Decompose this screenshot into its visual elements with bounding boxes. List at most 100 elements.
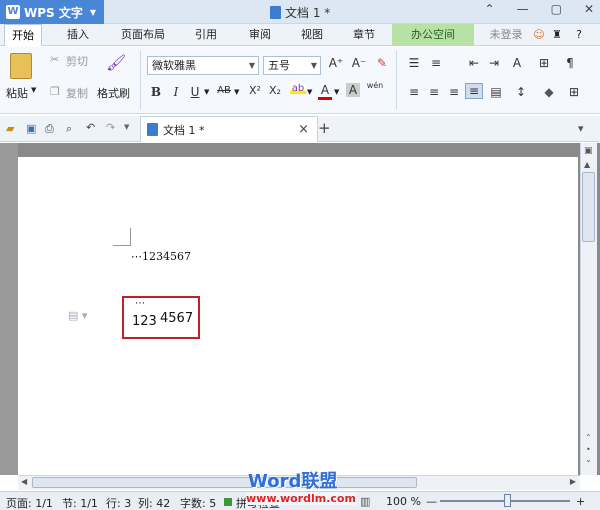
app-menu-button[interactable]: W WPS 文字 ▼ <box>0 0 104 24</box>
row-indicator: 行: 3 <box>106 497 132 510</box>
browse-object-icon[interactable]: • <box>586 445 591 454</box>
cut-icon[interactable]: ✂ <box>50 53 59 66</box>
scroll-up-icon[interactable]: ▲ <box>584 160 590 169</box>
maximize-button[interactable]: ▢ <box>551 2 562 16</box>
numbered-list-icon[interactable]: ≡ <box>428 56 444 70</box>
paragraph-mark-icon[interactable]: ¶ <box>562 56 578 70</box>
italic-button[interactable]: I <box>170 85 182 99</box>
superscript-button[interactable]: X² <box>246 84 264 97</box>
new-tab-button[interactable]: + <box>318 119 331 137</box>
close-window-button[interactable]: ✕ <box>584 2 594 16</box>
zoom-out-button[interactable]: — <box>426 495 437 508</box>
chevron-down-icon[interactable]: ▼ <box>334 88 339 96</box>
number-text[interactable]: 123 <box>132 314 157 329</box>
number-text[interactable]: 4567 <box>160 311 193 326</box>
close-tab-button[interactable]: × <box>298 122 309 137</box>
tab-home[interactable]: 开始 <box>4 24 42 46</box>
align-right-icon[interactable]: ≡ <box>446 85 462 99</box>
tab-office-space[interactable]: 办公空间 <box>392 24 474 46</box>
decrease-indent-icon[interactable]: ⇤ <box>466 56 482 70</box>
line-spacing-icon[interactable]: ↕ <box>512 85 530 99</box>
tab-page-layout[interactable]: 页面布局 <box>112 24 174 46</box>
horizontal-scroll-thumb[interactable] <box>32 477 417 488</box>
help-button[interactable]: ? <box>568 24 590 46</box>
font-name-select[interactable]: 微软雅黑 ▼ <box>147 56 259 75</box>
shirt-icon[interactable]: ♜ <box>550 24 564 46</box>
redo-icon[interactable]: ↷ <box>106 121 115 134</box>
page-indicator[interactable]: 页面: 1/1 <box>6 495 53 510</box>
open-folder-icon[interactable]: ▰ <box>6 122 14 135</box>
chevron-down-icon[interactable]: ▼ <box>307 88 312 96</box>
format-painter-button[interactable]: 格式刷 <box>97 85 130 101</box>
font-size-select[interactable]: 五号 ▼ <box>263 56 321 75</box>
print-icon[interactable]: ⎙ <box>45 122 54 136</box>
ellipsis-text[interactable]: ⋯ <box>135 298 145 309</box>
collapse-ribbon-button[interactable]: ⌃ <box>485 2 495 16</box>
document-text-line[interactable]: ⋯1234567 <box>131 250 191 263</box>
document-page[interactable] <box>18 157 578 475</box>
char-shading-button[interactable]: A <box>346 83 360 97</box>
table-icon[interactable]: ⊞ <box>536 56 552 70</box>
strikethrough-button[interactable]: AB <box>215 85 233 96</box>
prev-page-icon[interactable]: ⌃ <box>585 433 592 442</box>
scroll-left-icon[interactable]: ◀ <box>21 477 27 486</box>
copy-button[interactable]: 复制 <box>66 85 88 101</box>
tab-sections[interactable]: 章节 <box>344 24 384 46</box>
chevron-down-icon[interactable]: ▼ <box>204 88 209 96</box>
shading-fill-icon[interactable]: ◆ <box>540 85 558 99</box>
save-icon[interactable]: ▣ <box>26 122 36 135</box>
increase-indent-icon[interactable]: ⇥ <box>486 56 502 70</box>
tab-view[interactable]: 视图 <box>292 24 332 46</box>
print-preview-icon[interactable]: ⌕ <box>66 122 72 136</box>
subscript-button[interactable]: X₂ <box>266 84 284 97</box>
window-controls: ⌃ — ▢ ✕ <box>485 2 594 16</box>
font-size-value: 五号 <box>268 59 290 72</box>
paste-options-icon[interactable]: ▤ ▾ <box>68 309 87 322</box>
underline-button[interactable]: U <box>189 85 201 99</box>
chevron-down-icon[interactable]: ▼ <box>234 88 239 96</box>
tab-review[interactable]: 审阅 <box>240 24 280 46</box>
text-direction-icon[interactable]: A <box>508 56 526 70</box>
scroll-right-icon[interactable]: ▶ <box>570 477 576 486</box>
paste-button[interactable]: 粘贴 <box>6 85 28 101</box>
tab-references[interactable]: 引用 <box>186 24 226 46</box>
chevron-down-icon: ▼ <box>310 61 317 70</box>
align-left-icon[interactable]: ≡ <box>406 85 422 99</box>
document-icon <box>270 6 281 19</box>
layout-icon[interactable]: ▣ <box>584 146 593 156</box>
copy-icon[interactable]: ❐ <box>50 85 60 98</box>
zoom-in-button[interactable]: + <box>576 495 585 508</box>
vertical-scroll-thumb[interactable] <box>582 172 595 242</box>
paste-icon[interactable] <box>10 53 32 79</box>
format-painter-icon[interactable]: 🖌 <box>106 53 126 75</box>
borders-icon[interactable]: ⊞ <box>566 85 582 99</box>
margin-corner-mark <box>113 228 131 246</box>
clear-format-icon[interactable]: ✎ <box>374 56 390 70</box>
chevron-down-icon[interactable]: ▼ <box>31 86 36 94</box>
undo-icon[interactable]: ↶ <box>86 121 95 134</box>
word-count[interactable]: 字数: 5 <box>180 495 216 510</box>
next-page-icon[interactable]: ⌄ <box>585 455 592 464</box>
font-color-button[interactable]: A <box>318 83 332 100</box>
align-center-icon[interactable]: ≡ <box>426 85 442 99</box>
zoom-level[interactable]: 100 % <box>386 495 421 508</box>
skin-icon[interactable]: ☺ <box>532 24 546 46</box>
login-status[interactable]: 未登录 <box>484 24 528 46</box>
tab-options-icon[interactable]: ▾ <box>578 122 584 135</box>
bullet-list-icon[interactable]: ☰ <box>406 56 422 70</box>
justify-icon[interactable]: ≡ <box>465 83 483 99</box>
distributed-align-icon[interactable]: ▤ <box>488 85 504 99</box>
bold-button[interactable]: B <box>150 85 162 99</box>
reading-mode-icon[interactable]: ▥ <box>360 495 370 508</box>
grow-font-button[interactable]: A⁺ <box>328 56 344 70</box>
minimize-button[interactable]: — <box>517 2 529 16</box>
cut-button[interactable]: 剪切 <box>66 53 88 69</box>
phonetic-guide-button[interactable]: wén <box>366 81 384 90</box>
document-tab[interactable]: 文档 1 * × <box>140 116 318 142</box>
zoom-slider-handle[interactable] <box>504 494 511 507</box>
spell-check-icon[interactable] <box>224 498 232 506</box>
highlight-icon[interactable]: ab <box>290 83 306 94</box>
shrink-font-button[interactable]: A⁻ <box>351 56 367 70</box>
tab-insert[interactable]: 插入 <box>58 24 98 46</box>
chevron-down-icon[interactable]: ▼ <box>124 123 129 131</box>
